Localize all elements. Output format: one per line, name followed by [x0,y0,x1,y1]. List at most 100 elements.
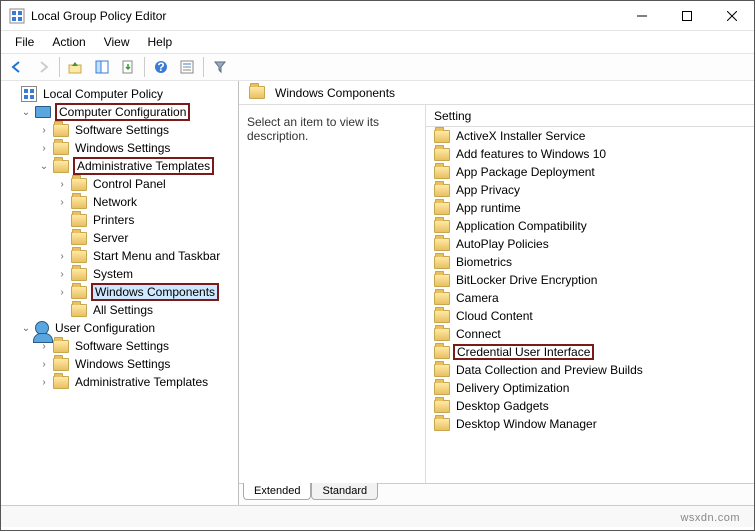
folder-icon [434,274,450,287]
tree-windows-settings[interactable]: › Windows Settings [5,139,238,157]
menu-file[interactable]: File [7,33,42,51]
tab-extended[interactable]: Extended [243,483,311,500]
tree-u-admin-templates[interactable]: › Administrative Templates [5,373,238,391]
toolbar: ? [1,53,754,81]
list-item[interactable]: ActiveX Installer Service [426,127,754,145]
settings-list[interactable]: ActiveX Installer Service Add features to… [426,127,754,483]
tree-network[interactable]: › Network [5,193,238,211]
folder-icon [53,142,69,155]
folder-icon [71,286,87,299]
list-item[interactable]: Connect [426,325,754,343]
app-icon [9,8,25,24]
list-item[interactable]: Data Collection and Preview Builds [426,361,754,379]
folder-icon [53,376,69,389]
list-item[interactable]: Application Compatibility [426,217,754,235]
list-item-label: App Privacy [454,183,522,197]
folder-icon [434,292,450,305]
folder-icon [434,400,450,413]
list-item-label: Add features to Windows 10 [454,147,608,161]
list-pane: Setting ActiveX Installer Service Add fea… [425,105,754,483]
description-pane: Select an item to view its description. [239,105,425,483]
folder-icon [71,250,87,263]
list-item-label: Data Collection and Preview Builds [454,363,645,377]
tree-user-configuration[interactable]: ⌄ User Configuration [5,319,238,337]
list-item-label: Connect [454,327,503,341]
svg-text:?: ? [157,60,164,74]
close-button[interactable] [709,1,754,30]
folder-icon [434,364,450,377]
tree-all-settings[interactable]: › All Settings [5,301,238,319]
folder-icon [71,232,87,245]
menu-action[interactable]: Action [44,33,93,51]
list-item[interactable]: Desktop Window Manager [426,415,754,433]
tree-computer-configuration[interactable]: ⌄ Computer Configuration [5,103,238,121]
list-item-label: Camera [454,291,501,305]
folder-icon [53,358,69,371]
right-heading: Windows Components [275,86,395,100]
folder-icon [53,160,69,173]
list-item[interactable]: Camera [426,289,754,307]
help-button[interactable]: ? [149,55,173,79]
tree-start-menu[interactable]: › Start Menu and Taskbar [5,247,238,265]
tree-printers[interactable]: › Printers [5,211,238,229]
list-item-label: Credential User Interface [454,345,593,359]
list-item-label: BitLocker Drive Encryption [454,273,599,287]
list-item[interactable]: Cloud Content [426,307,754,325]
list-item[interactable]: Biometrics [426,253,754,271]
list-item[interactable]: Credential User Interface [426,343,754,361]
minimize-button[interactable] [619,1,664,30]
tree-pane: ▸ Local Computer Policy ⌄ Computer Confi… [1,81,239,505]
menu-view[interactable]: View [96,33,138,51]
tree-root[interactable]: ▸ Local Computer Policy [5,85,238,103]
list-item[interactable]: Delivery Optimization [426,379,754,397]
list-item-label: ActiveX Installer Service [454,129,587,143]
list-item-label: Cloud Content [454,309,535,323]
list-item[interactable]: AutoPlay Policies [426,235,754,253]
list-item[interactable]: App Package Deployment [426,163,754,181]
filter-button[interactable] [208,55,232,79]
folder-icon [434,184,450,197]
tree-control-panel[interactable]: › Control Panel [5,175,238,193]
properties-button[interactable] [175,55,199,79]
list-item[interactable]: App runtime [426,199,754,217]
list-item-label: App runtime [454,201,523,215]
tree-server[interactable]: › Server [5,229,238,247]
list-item[interactable]: BitLocker Drive Encryption [426,271,754,289]
back-button[interactable] [5,55,29,79]
folder-icon [53,340,69,353]
folder-icon [71,214,87,227]
list-item-label: Biometrics [454,255,514,269]
list-item[interactable]: Add features to Windows 10 [426,145,754,163]
folder-icon [71,304,87,317]
tree-admin-templates[interactable]: ⌄ Administrative Templates [5,157,238,175]
tree-software-settings[interactable]: › Software Settings [5,121,238,139]
list-item-label: Desktop Window Manager [454,417,599,431]
list-item-label: Application Compatibility [454,219,589,233]
tree-windows-components[interactable]: › Windows Components [5,283,238,301]
tree-u-windows-settings[interactable]: › Windows Settings [5,355,238,373]
right-pane: Windows Components Select an item to vie… [239,81,754,505]
tab-standard[interactable]: Standard [311,483,378,500]
menu-help[interactable]: Help [140,33,181,51]
view-tabs: Extended Standard [239,483,754,505]
folder-icon [249,86,265,99]
list-item[interactable]: Desktop Gadgets [426,397,754,415]
menubar: File Action View Help [1,31,754,53]
export-button[interactable] [116,55,140,79]
column-header-setting[interactable]: Setting [426,105,754,127]
list-item[interactable]: App Privacy [426,181,754,199]
list-item-label: Delivery Optimization [454,381,571,395]
work-area: ▸ Local Computer Policy ⌄ Computer Confi… [1,81,754,505]
folder-icon [53,124,69,137]
folder-icon [434,166,450,179]
folder-icon [434,310,450,323]
user-icon [35,321,49,335]
status-bar [1,505,754,527]
maximize-button[interactable] [664,1,709,30]
folder-icon [434,382,450,395]
forward-button[interactable] [31,55,55,79]
up-button[interactable] [64,55,88,79]
window-title: Local Group Policy Editor [31,9,619,23]
show-hide-tree-button[interactable] [90,55,114,79]
tree-system[interactable]: › System [5,265,238,283]
